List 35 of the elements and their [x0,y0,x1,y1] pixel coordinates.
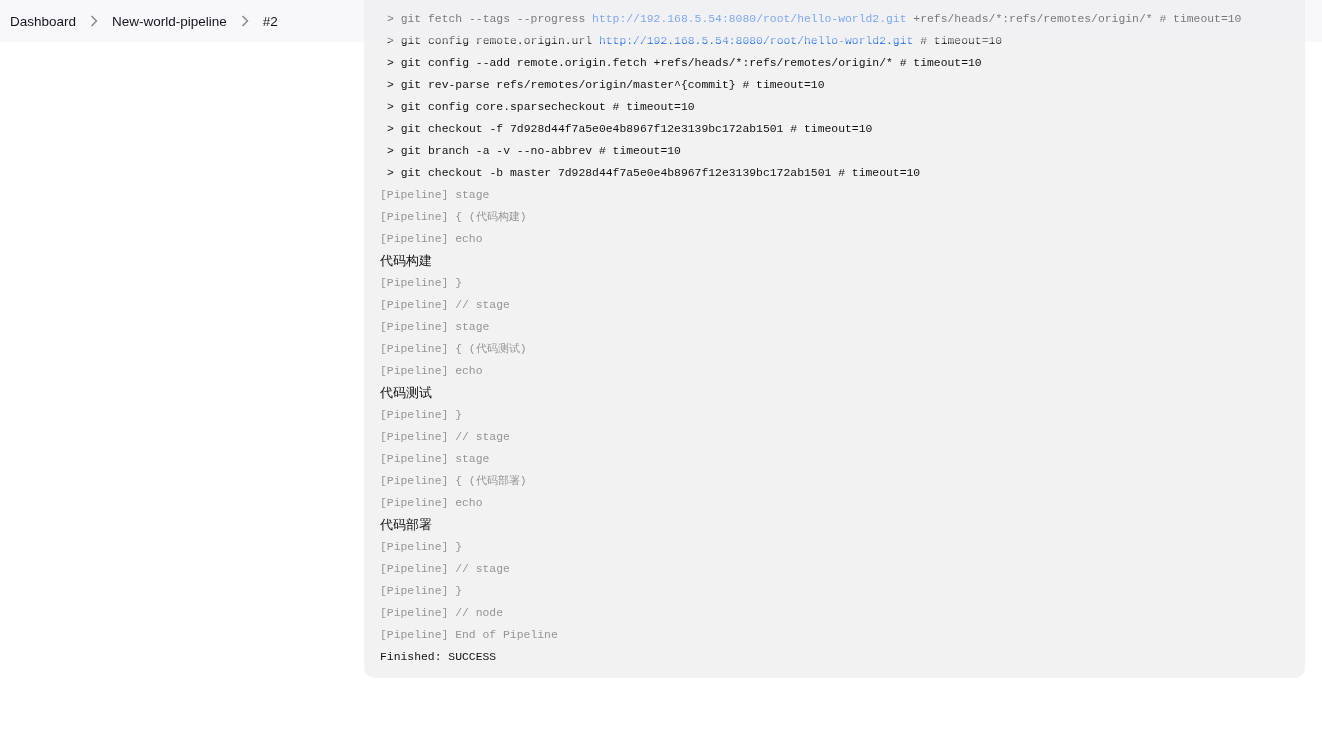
breadcrumb-link[interactable]: Dashboard [10,13,77,29]
git-command-line: > git config core.sparsecheckout # timeout=10 [386,100,696,115]
pipeline-log-line: [Pipeline] } [380,408,464,423]
git-command-line: > git checkout -b master 7d928d44f7a5e0e4b8967f12e3139bc172ab1501 # timeout=10 [386,166,922,181]
breadcrumb-link[interactable]: #2 [262,13,278,29]
pipeline-log-line: [Pipeline] echo [380,364,484,379]
chevron-icon [240,15,249,27]
git-command-line: > git branch -a -v --no-abbrev # timeout=10 [386,144,682,159]
pipeline-log-line: [Pipeline] } [380,540,464,555]
pipeline-log-line: [Pipeline] // node [380,606,505,621]
pipeline-log-line: [Pipeline] } [380,584,464,599]
git-command-line: > git fetch --tags --progress http://192.168.5.54:8080/root/hello-world2.git +refs/heads/*:refs/remotes/origin/* # timeout=10 [386,12,1243,27]
console-output-line: 代码构建 [380,252,433,270]
pipeline-log-line: [Pipeline] // stage [380,562,511,577]
pipeline-log-line: [Pipeline] } [380,276,464,291]
console-output-line: 代码测试 [380,384,433,402]
chevron-icon [90,15,99,27]
pipeline-log-line: [Pipeline] End of Pipeline [380,628,559,643]
git-command-line: > git rev-parse refs/remotes/origin/master^{commit} # timeout=10 [386,78,826,93]
git-command-line: > git config remote.origin.url http://192.168.5.54:8080/root/hello-world2.git # timeout=10 [386,34,1004,49]
git-command-line: > git config --add remote.origin.fetch +refs/heads/*:refs/remotes/origin/* # timeout=10 [386,56,983,71]
git-command-line: > git checkout -f 7d928d44f7a5e0e4b8967f12e3139bc172ab1501 # timeout=10 [386,122,874,137]
pipeline-log-line: [Pipeline] { (代码测试) [380,342,528,357]
pipeline-log-line: [Pipeline] echo [380,232,484,247]
pipeline-log-line: [Pipeline] echo [380,496,484,511]
console-output-line: Finished: SUCCESS [380,650,498,665]
pipeline-log-line: [Pipeline] { (代码部署) [380,474,528,489]
pipeline-log-line: [Pipeline] stage [380,188,491,203]
breadcrumb-link[interactable]: New-world-pipeline [112,13,227,29]
pipeline-log-line: [Pipeline] // stage [380,430,511,445]
pipeline-log-line: [Pipeline] { (代码构建) [380,210,528,225]
pipeline-log-line: [Pipeline] stage [380,320,491,335]
console-output-line: 代码部署 [380,516,433,534]
pipeline-log-line: [Pipeline] stage [380,452,491,467]
pipeline-log-line: [Pipeline] // stage [380,298,511,313]
